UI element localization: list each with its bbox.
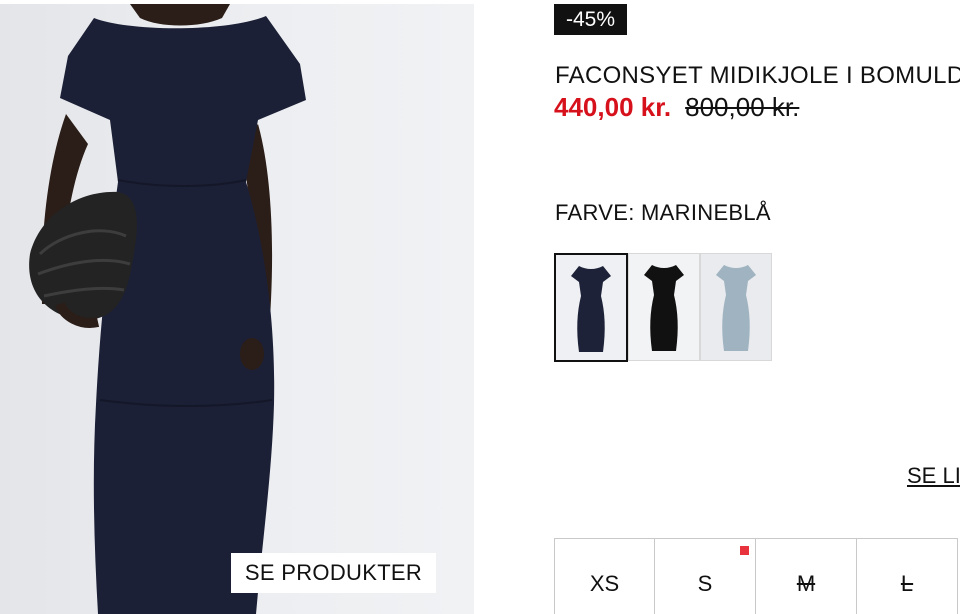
model-wearing-dress-illustration bbox=[29, 4, 306, 614]
dress-thumbnail-light-blue bbox=[716, 265, 756, 351]
sale-price: 440,00 kr. bbox=[554, 92, 672, 122]
color-swatch-black[interactable] bbox=[628, 253, 700, 361]
size-label: S bbox=[697, 571, 713, 596]
low-stock-indicator bbox=[740, 546, 749, 555]
size-label: M bbox=[796, 571, 816, 596]
product-image[interactable]: SE PRODUKTER bbox=[0, 4, 474, 614]
color-swatch-navy[interactable] bbox=[554, 253, 628, 362]
original-price: 800,00 kr. bbox=[685, 92, 800, 122]
size-label: XS bbox=[589, 571, 620, 596]
color-swatch-light-blue[interactable] bbox=[700, 253, 772, 361]
dress-thumbnail-navy bbox=[571, 265, 611, 352]
price-row: 440,00 kr. 800,00 kr. bbox=[554, 92, 799, 123]
product-page: SE PRODUKTER -45% FACONSYET MIDIKJOLE I … bbox=[0, 0, 960, 614]
discount-badge: -45% bbox=[554, 4, 628, 35]
shop-products-button[interactable]: SE PRODUKTER bbox=[231, 553, 436, 593]
color-swatches bbox=[554, 253, 772, 362]
size-option-s[interactable]: S bbox=[655, 538, 756, 614]
size-selector: XS S M L bbox=[554, 538, 958, 614]
see-similar-link[interactable]: SE LIGNENDE bbox=[907, 463, 960, 489]
dress-thumbnail-black bbox=[644, 265, 684, 351]
size-option-m[interactable]: M bbox=[756, 538, 857, 614]
size-label: L bbox=[900, 571, 914, 596]
color-label: FARVE: MARINEBLÅ bbox=[555, 200, 771, 225]
product-title: FACONSYET MIDIKJOLE I BOMULD bbox=[555, 62, 960, 89]
size-option-l[interactable]: L bbox=[857, 538, 958, 614]
size-option-xs[interactable]: XS bbox=[554, 538, 655, 614]
